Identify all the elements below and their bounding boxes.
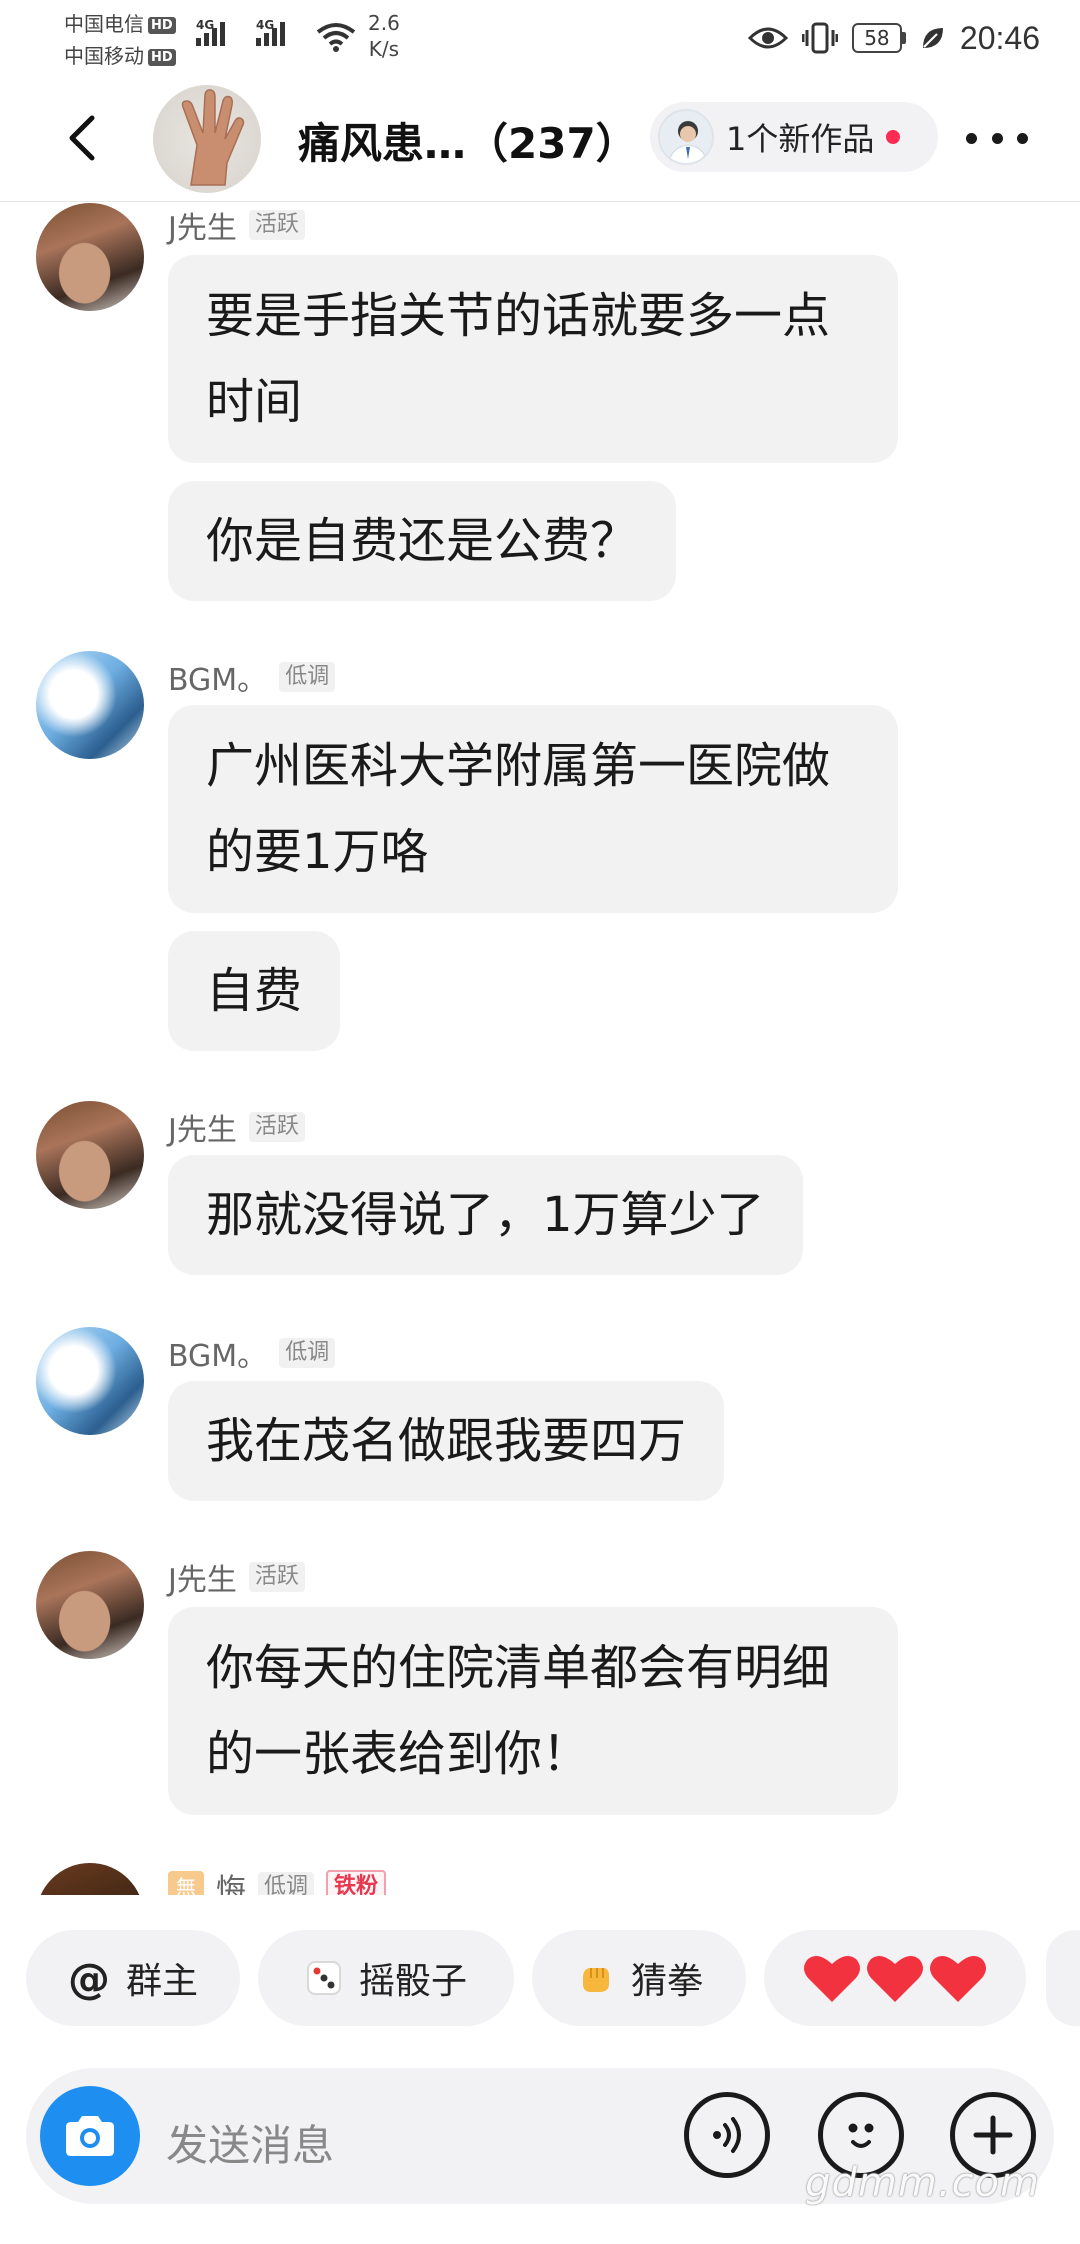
activity-badge: 低调 bbox=[279, 662, 336, 692]
hd-badge: HD bbox=[148, 49, 176, 66]
more-quick-actions[interactable] bbox=[1046, 1930, 1080, 2026]
emoji-icon bbox=[848, 2123, 874, 2148]
eye-icon bbox=[747, 27, 788, 49]
sender-avatar[interactable] bbox=[36, 1551, 144, 1659]
watermark: gdmm.com bbox=[805, 2160, 1040, 2206]
hearts-icon bbox=[804, 1955, 986, 2002]
wifi-icon bbox=[316, 23, 356, 52]
roll-dice-button[interactable]: 摇骰子 bbox=[258, 1930, 514, 2026]
sender-info: 無 悔 低调 铁粉 bbox=[168, 1865, 387, 1895]
status-bar: 中国电信 HD 中国移动 HD 4G 4G 2.6 K/s 58 20:46 bbox=[0, 0, 1080, 80]
message-bubble[interactable]: 我在茂名做跟我要四万 bbox=[168, 1381, 725, 1501]
sender-name[interactable]: J先生 bbox=[168, 1105, 237, 1149]
battery-icon: 58 bbox=[851, 23, 906, 53]
activity-badge: 活跃 bbox=[248, 1112, 305, 1142]
network-speed: 2.6 K/s bbox=[368, 11, 400, 61]
sender-avatar[interactable] bbox=[36, 203, 144, 311]
signal-icon: 4G bbox=[196, 18, 228, 46]
chat-header: 痛风患…（237） 1个新作品 bbox=[0, 80, 1080, 202]
sender-info: BGM。 低调 bbox=[168, 655, 336, 699]
sender-info: J先生 活跃 bbox=[168, 203, 305, 247]
vibrate-icon bbox=[801, 22, 838, 54]
message-bubble[interactable]: 那就没得说了，1万算少了 bbox=[168, 1155, 803, 1275]
back-arrow-icon[interactable] bbox=[56, 108, 116, 168]
sender-name[interactable]: J先生 bbox=[168, 203, 237, 247]
hearts-button[interactable] bbox=[764, 1930, 1026, 2026]
carrier-2: 中国移动 HD bbox=[64, 40, 176, 69]
voice-icon bbox=[713, 2117, 741, 2153]
quick-actions: @ 群主 摇骰子 猜拳 bbox=[0, 1930, 1080, 2030]
message-input[interactable]: 发送消息 bbox=[166, 2112, 334, 2173]
sender-avatar[interactable] bbox=[36, 1863, 144, 1895]
carrier-1: 中国电信 HD bbox=[64, 8, 176, 37]
sender-avatar[interactable] bbox=[36, 1327, 144, 1435]
dice-icon bbox=[306, 1961, 341, 1995]
leaf-icon bbox=[922, 28, 943, 48]
message-bubble[interactable]: 自费 bbox=[168, 931, 341, 1051]
more-options-icon[interactable] bbox=[966, 126, 1028, 150]
message-bubble[interactable]: 你每天的住院清单都会有明细的一张表给到你！ bbox=[168, 1607, 898, 1815]
sender-name[interactable]: 悔 bbox=[216, 1865, 246, 1895]
name-decoration-icon: 無 bbox=[168, 1871, 204, 1895]
message-bubble[interactable]: 你是自费还是公费？ bbox=[168, 481, 677, 601]
new-works-label: 1个新作品 bbox=[726, 120, 875, 158]
group-avatar[interactable] bbox=[153, 85, 261, 193]
hd-badge: HD bbox=[148, 17, 176, 34]
new-works-button[interactable]: 1个新作品 bbox=[650, 102, 938, 172]
signal-icon: 4G bbox=[256, 18, 288, 46]
sender-name[interactable]: J先生 bbox=[168, 1555, 237, 1599]
sender-info: J先生 活跃 bbox=[168, 1105, 305, 1149]
at-icon: @ bbox=[67, 1953, 110, 2003]
activity-badge: 低调 bbox=[279, 1338, 336, 1368]
activity-badge: 活跃 bbox=[248, 1562, 305, 1592]
sender-name[interactable]: BGM。 bbox=[168, 655, 267, 699]
quick-action-label: 猜拳 bbox=[630, 1961, 703, 2002]
sender-avatar[interactable] bbox=[36, 1101, 144, 1209]
doctor-avatar bbox=[658, 109, 714, 165]
activity-badge: 活跃 bbox=[248, 210, 305, 240]
group-title[interactable]: 痛风患…（237） bbox=[298, 110, 638, 171]
message-list[interactable]: J先生 活跃 要是手指关节的话就要多一点时间 你是自费还是公费？ BGM。 低调… bbox=[0, 203, 1080, 1895]
sender-info: J先生 活跃 bbox=[168, 1555, 305, 1599]
status-right: 58 20:46 bbox=[747, 16, 1040, 60]
sender-avatar[interactable] bbox=[36, 651, 144, 759]
message-bubble[interactable]: 广州医科大学附属第一医院做的要1万咯 bbox=[168, 705, 898, 913]
voice-button[interactable] bbox=[684, 2092, 770, 2178]
activity-badge: 低调 bbox=[258, 1872, 315, 1895]
plus-icon bbox=[973, 2115, 1013, 2155]
sender-info: BGM。 低调 bbox=[168, 1331, 336, 1375]
message-bubble[interactable]: 要是手指关节的话就要多一点时间 bbox=[168, 255, 898, 463]
quick-action-label: 摇骰子 bbox=[358, 1961, 467, 2002]
clock: 20:46 bbox=[959, 19, 1040, 56]
quick-action-label: 群主 bbox=[125, 1961, 198, 2002]
hand-image bbox=[181, 89, 245, 186]
chat-screen: 中国电信 HD 中国移动 HD 4G 4G 2.6 K/s 58 20:46 痛… bbox=[0, 0, 1080, 2244]
sender-name[interactable]: BGM。 bbox=[168, 1331, 267, 1375]
rock-paper-scissors-button[interactable]: 猜拳 bbox=[532, 1930, 746, 2026]
camera-icon bbox=[66, 2116, 114, 2156]
camera-button[interactable] bbox=[40, 2086, 140, 2186]
unread-dot bbox=[886, 130, 901, 144]
fist-icon bbox=[582, 1968, 609, 1992]
mention-owner-button[interactable]: @ 群主 bbox=[26, 1930, 240, 2026]
fan-badge: 铁粉 bbox=[326, 1870, 387, 1895]
